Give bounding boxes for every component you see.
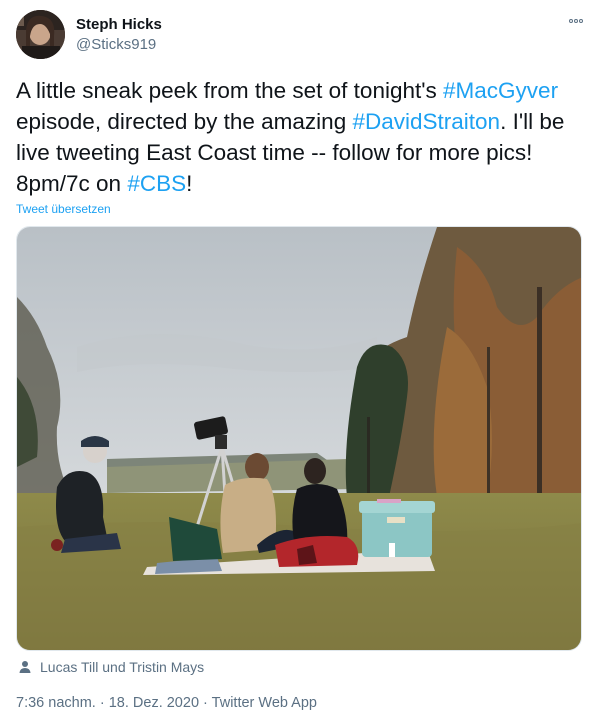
meta-separator: ·: [203, 695, 208, 711]
dot: [569, 19, 573, 23]
tweet-time[interactable]: 7:36 nachm.: [16, 695, 96, 711]
dot: [579, 19, 583, 23]
tweet: Steph Hicks @Sticks919 A little sneak pe…: [0, 0, 598, 724]
tweet-date[interactable]: 18. Dez. 2020: [109, 695, 199, 711]
hashtag-link[interactable]: #CBS: [127, 171, 186, 196]
tagged-people-label: Lucas Till und Tristin Mays: [40, 659, 205, 675]
meta-separator: ·: [99, 695, 105, 711]
user-handle[interactable]: @Sticks919: [76, 35, 156, 55]
cooler: [359, 501, 435, 557]
tweet-text: A little sneak peek from the set of toni…: [16, 75, 591, 199]
tweet-source[interactable]: Twitter Web App: [212, 695, 317, 711]
tweet-text-segment: !: [186, 171, 193, 196]
tweet-photo[interactable]: [16, 226, 582, 651]
hashtag-link[interactable]: #DavidStraiton: [352, 109, 500, 134]
tweet-meta: 7:36 nachm. · 18. Dez. 2020 · Twitter We…: [16, 693, 317, 713]
translate-tweet-link[interactable]: Tweet übersetzen: [16, 201, 111, 217]
small-items: [377, 499, 401, 503]
more-options-icon[interactable]: [564, 12, 588, 30]
display-name[interactable]: Steph Hicks: [76, 15, 162, 35]
tweet-text-segment: A little sneak peek from the set of toni…: [16, 78, 444, 103]
avatar[interactable]: [16, 10, 65, 59]
hashtag-link[interactable]: #MacGyver: [443, 78, 558, 103]
person-icon: [18, 660, 32, 674]
tagged-people[interactable]: Lucas Till und Tristin Mays: [18, 658, 204, 676]
tweet-text-segment: episode, directed by the amazing: [16, 109, 353, 134]
dot: [574, 19, 578, 23]
